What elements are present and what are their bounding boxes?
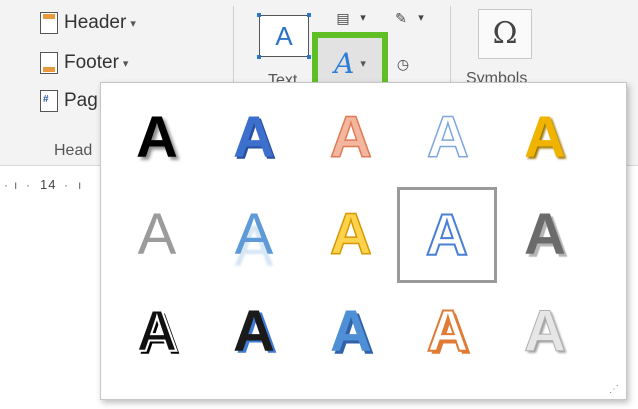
header-icon: [40, 12, 58, 34]
page-number-button[interactable]: # Pag: [40, 90, 98, 112]
wordart-style-5[interactable]: A: [500, 92, 590, 182]
wordart-icon: A: [334, 46, 355, 80]
omega-icon: Ω: [492, 16, 518, 51]
horizontal-ruler[interactable]: · ı · 14 · ı: [0, 176, 100, 196]
wordart-gallery: A A A A A A A A A A A A A A A ⋰: [100, 82, 627, 400]
footer-label: Footer: [64, 52, 119, 73]
symbol-button[interactable]: Ω: [478, 9, 532, 59]
wordart-style-15[interactable]: A: [500, 286, 590, 376]
wordart-style-6[interactable]: A: [112, 189, 202, 279]
chevron-down-icon: ▾: [122, 57, 129, 70]
signature-line-icon[interactable]: ✎: [392, 8, 410, 28]
page-number-icon: #: [40, 90, 58, 112]
wordart-style-4[interactable]: A: [403, 92, 493, 182]
wordart-style-9-selected[interactable]: A: [397, 187, 497, 283]
selection-handle: [307, 13, 311, 17]
resize-grip-icon[interactable]: ⋰: [609, 384, 620, 395]
selection-handle: [257, 55, 261, 59]
chevron-down-icon[interactable]: ▾: [412, 8, 430, 28]
quick-parts-icon[interactable]: ▤: [334, 8, 352, 28]
date-time-icon[interactable]: ◷: [394, 54, 412, 74]
page-number-label: Pag: [64, 90, 98, 111]
wordart-style-3[interactable]: A: [306, 92, 396, 182]
header-button[interactable]: Header ▾: [40, 12, 136, 34]
wordart-style-11[interactable]: A: [112, 286, 202, 376]
chevron-down-icon: ▾: [360, 57, 366, 70]
ruler-number: 14: [40, 177, 57, 192]
selection-handle: [257, 13, 261, 17]
text-box-button[interactable]: A: [257, 13, 311, 59]
wordart-style-12[interactable]: A: [209, 286, 299, 376]
footer-button[interactable]: Footer ▾: [40, 52, 128, 74]
header-footer-group-label: Head: [54, 142, 93, 159]
footer-icon: [40, 52, 58, 74]
wordart-style-10[interactable]: A: [500, 189, 590, 279]
wordart-style-1[interactable]: A: [112, 92, 202, 182]
wordart-style-2[interactable]: A: [209, 92, 299, 182]
chevron-down-icon: ▾: [130, 17, 136, 30]
selection-handle: [307, 55, 311, 59]
wordart-style-14[interactable]: A: [403, 286, 493, 376]
wordart-style-13[interactable]: A: [306, 286, 396, 376]
chevron-down-icon[interactable]: ▾: [354, 8, 372, 28]
wordart-style-8[interactable]: A: [306, 189, 396, 279]
text-box-icon: A: [275, 21, 293, 51]
wordart-style-7[interactable]: A: [209, 189, 299, 279]
header-label: Header: [64, 12, 127, 33]
